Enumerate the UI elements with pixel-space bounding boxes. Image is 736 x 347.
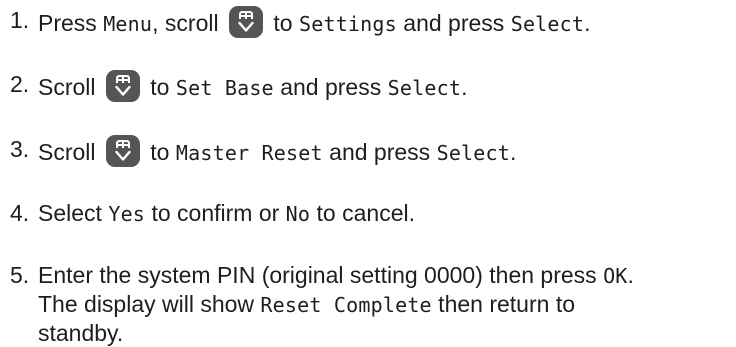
instruction-text: .	[584, 10, 591, 36]
step-number: 2.	[10, 71, 30, 97]
instruction-step: 2. Scroll to Set Base and press Select.	[0, 70, 736, 102]
instruction-text: , scroll	[152, 10, 225, 36]
instruction-step: 5. Enter the system PIN (original setting…	[0, 261, 736, 347]
step-number: 5.	[10, 262, 30, 288]
instruction-text: and press	[322, 139, 437, 165]
display-text: No	[285, 202, 311, 226]
instruction-text: to	[267, 10, 299, 36]
instruction-text: and press	[273, 74, 388, 100]
step-text: Press Menu, scroll to Settings and press…	[38, 6, 591, 38]
step-number: 1.	[10, 7, 30, 33]
instruction-text: to	[143, 74, 176, 100]
instruction-text: .	[510, 139, 517, 165]
instruction-text: standby.	[38, 320, 124, 346]
scroll-key-icon	[229, 6, 263, 38]
display-text: Master Reset	[175, 141, 323, 165]
step-text: Scroll to Master Reset and press Select.	[38, 135, 516, 167]
step-number: 3.	[10, 136, 30, 162]
display-text: Reset Complete	[260, 293, 432, 317]
display-text: Select	[387, 76, 462, 100]
instruction-text: to confirm or	[145, 200, 286, 226]
instruction-step: 3. Scroll to Master Reset and press Selec…	[0, 135, 736, 167]
instruction-text: then return to	[431, 291, 575, 317]
display-text: OK	[603, 264, 628, 288]
instruction-text: .	[627, 262, 634, 288]
instruction-text: Select	[38, 200, 109, 226]
instruction-text: Press	[38, 10, 104, 36]
instruction-step: 4. Select Yes to confirm or No to cancel.	[0, 199, 736, 228]
instruction-text: to cancel.	[310, 200, 415, 226]
instruction-text: Scroll	[38, 139, 102, 165]
display-text: Menu	[103, 12, 153, 36]
instruction-step: 1. Press Menu, scroll to Settings and pre…	[0, 6, 736, 38]
display-text: Yes	[108, 202, 146, 226]
step-text: Enter the system PIN (original setting 0…	[38, 261, 634, 347]
instruction-text: .	[461, 74, 468, 100]
step-text: Select Yes to confirm or No to cancel.	[38, 199, 415, 228]
step-number: 4.	[10, 200, 30, 226]
instruction-text: and press	[396, 10, 511, 36]
instruction-text: Scroll	[38, 74, 102, 100]
scroll-key-icon	[105, 70, 140, 102]
display-text: Select	[436, 141, 511, 165]
scroll-key-icon	[105, 135, 140, 167]
display-text: Set Base	[175, 76, 274, 100]
instruction-text: The display will show	[38, 291, 261, 317]
step-text: Scroll to Set Base and press Select.	[38, 70, 467, 102]
display-text: Select	[510, 12, 585, 36]
display-text: Settings	[298, 12, 397, 36]
instruction-text: Enter the system PIN (original setting 0…	[38, 262, 604, 288]
instruction-text: to	[143, 139, 176, 165]
